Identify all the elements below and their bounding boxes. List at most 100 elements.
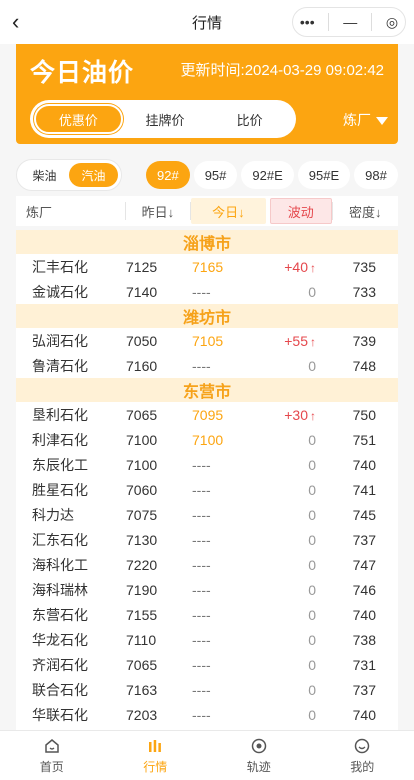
refinery-name: 华联石化 — [32, 706, 88, 723]
tab-listed-price[interactable]: 挂牌价 — [123, 104, 208, 134]
density-value: 731 — [352, 656, 376, 673]
yesterday-price: 7065 — [126, 406, 158, 423]
yesterday-price: 7125 — [126, 258, 158, 275]
yesterday-price: 7050 — [126, 332, 158, 349]
refinery-filter-button[interactable]: 炼厂 — [343, 110, 388, 130]
grade-chip-95[interactable]: 95# — [193, 161, 238, 189]
yesterday-price: 7160 — [126, 357, 158, 374]
col-refinery: 炼厂 — [26, 204, 53, 220]
capsule-divider — [328, 13, 330, 31]
density-value: 735 — [352, 258, 376, 275]
fuel-gasoline[interactable]: 汽油 — [69, 163, 118, 187]
yesterday-price: 7100 — [126, 456, 158, 473]
tab-track-label: 轨迹 — [246, 759, 271, 774]
home-icon — [45, 738, 59, 753]
nav-bar: ‹ 行情 ••• — ◎ — [0, 0, 414, 44]
density-value: 750 — [352, 406, 376, 423]
price-change: 0 — [308, 556, 316, 573]
density-value: 745 — [352, 506, 376, 523]
today-price: ---- — [192, 283, 211, 300]
table-row[interactable]: 科力达 7075 ---- 0 745 — [16, 502, 398, 527]
tab-profile[interactable]: 我的 — [311, 731, 414, 780]
minimize-icon[interactable]: — — [343, 14, 357, 30]
grade-chip-95e[interactable]: 95#E — [297, 161, 351, 189]
refinery-name: 汇东石化 — [32, 531, 88, 548]
table-row[interactable]: 东辰化工 7100 ---- 0 740 — [16, 452, 398, 477]
price-header: 今日油价 更新时间:2024-03-29 09:02:42 优惠价 挂牌价 比价… — [16, 44, 398, 144]
price-change: 0 — [308, 656, 316, 673]
table-row[interactable]: 海科瑞林 7190 ---- 0 746 — [16, 577, 398, 602]
yesterday-price: 7220 — [126, 556, 158, 573]
col-yesterday[interactable]: 昨日↓ — [126, 198, 189, 224]
city-header: 东营市 — [16, 378, 398, 402]
profile-icon — [355, 738, 370, 753]
tab-track[interactable]: 轨迹 — [207, 731, 311, 780]
today-price: ---- — [192, 581, 211, 598]
city-header: 潍坊市 — [16, 304, 398, 328]
update-time: 更新时间:2024-03-29 09:02:42 — [180, 62, 384, 79]
yesterday-price: 7203 — [126, 706, 158, 723]
tab-home[interactable]: 首页 — [0, 731, 104, 780]
density-value: 740 — [352, 456, 376, 473]
price-change: 0 — [308, 481, 316, 498]
bottom-tab-bar: 首页 行情 轨迹 我的 — [0, 730, 414, 780]
table-row[interactable]: 海科化工 7220 ---- 0 747 — [16, 552, 398, 577]
table-row[interactable]: 汇丰石化 7125 7165 +40 ↑ 735 — [16, 254, 398, 279]
fuel-type-toggle: 柴油 汽油 — [16, 159, 122, 191]
yesterday-price: 7065 — [126, 656, 158, 673]
yesterday-price: 7190 — [126, 581, 158, 598]
table-row[interactable]: 汇东石化 7130 ---- 0 737 — [16, 527, 398, 552]
today-price: ---- — [192, 357, 211, 374]
density-value: 741 — [352, 481, 376, 498]
market-icon — [149, 739, 162, 752]
back-arrow-icon[interactable]: ‹ — [12, 10, 36, 34]
tab-market-label: 行情 — [143, 759, 168, 774]
capsule-divider — [371, 13, 373, 31]
table-row[interactable]: 弘润石化 7050 7105 +55 ↑ 739 — [16, 328, 398, 353]
table-row[interactable]: 联合石化 7163 ---- 0 737 — [16, 677, 398, 702]
table-row[interactable]: 东营石化 7155 ---- 0 740 — [16, 602, 398, 627]
tab-compare-price[interactable]: 比价 — [207, 104, 292, 134]
change-value: +55 — [284, 332, 308, 349]
today-price: 7100 — [192, 431, 224, 448]
change-value: +30 — [284, 406, 308, 423]
table-row[interactable]: 鲁清石化 7160 ---- 0 748 — [16, 353, 398, 378]
price-change: 0 — [308, 456, 316, 473]
fuel-filters: 柴油 汽油 92# 95# 92#E 95#E 98# — [16, 154, 398, 196]
price-change: 0 — [308, 283, 316, 300]
grade-chip-92e[interactable]: 92#E — [241, 161, 294, 189]
col-today[interactable]: 今日↓ — [190, 198, 267, 224]
table-row[interactable]: 利津石化 7100 7100 0 751 — [16, 427, 398, 452]
price-type-tabs: 优惠价 挂牌价 比价 — [30, 100, 296, 138]
price-change: 0 — [308, 681, 316, 698]
density-value: 738 — [352, 631, 376, 648]
table-row[interactable]: 垦利石化 7065 7095 +30 ↑ 750 — [16, 402, 398, 427]
density-value: 746 — [352, 581, 376, 598]
yesterday-price: 7140 — [126, 283, 158, 300]
density-value: 748 — [352, 357, 376, 374]
more-icon[interactable]: ••• — [300, 14, 315, 30]
price-table: 淄博市 汇丰石化 7125 7165 +40 ↑ 735 金诚石化 7140 ---- 0 733 潍坊… — [16, 230, 398, 730]
today-price: 7095 — [192, 406, 224, 423]
grade-chip-92[interactable]: 92# — [146, 161, 190, 189]
today-price: ---- — [192, 456, 211, 473]
table-row[interactable]: 华龙石化 7110 ---- 0 738 — [16, 627, 398, 652]
price-change: 0 — [308, 606, 316, 623]
density-value: 747 — [352, 556, 376, 573]
fuel-diesel[interactable]: 柴油 — [20, 163, 69, 187]
col-change[interactable]: 波动 — [270, 198, 332, 224]
table-row[interactable]: 金诚石化 7140 ---- 0 733 — [16, 279, 398, 304]
tab-market[interactable]: 行情 — [104, 731, 208, 780]
refinery-name: 齐润石化 — [32, 656, 88, 673]
close-icon[interactable]: ◎ — [386, 14, 398, 31]
grade-chip-98[interactable]: 98# — [354, 161, 398, 189]
table-row[interactable]: 华联石化 7203 ---- 0 740 — [16, 702, 398, 727]
yesterday-price: 7100 — [126, 431, 158, 448]
table-row[interactable]: 胜星石化 7060 ---- 0 741 — [16, 477, 398, 502]
density-value: 751 — [352, 431, 376, 448]
table-row[interactable]: 齐润石化 7065 ---- 0 731 — [16, 652, 398, 677]
tab-discount-price[interactable]: 优惠价 — [34, 104, 123, 134]
refinery-filter-label: 炼厂 — [343, 112, 371, 128]
col-density[interactable]: 密度↓ — [333, 198, 398, 224]
refinery-name: 弘润石化 — [32, 332, 88, 349]
